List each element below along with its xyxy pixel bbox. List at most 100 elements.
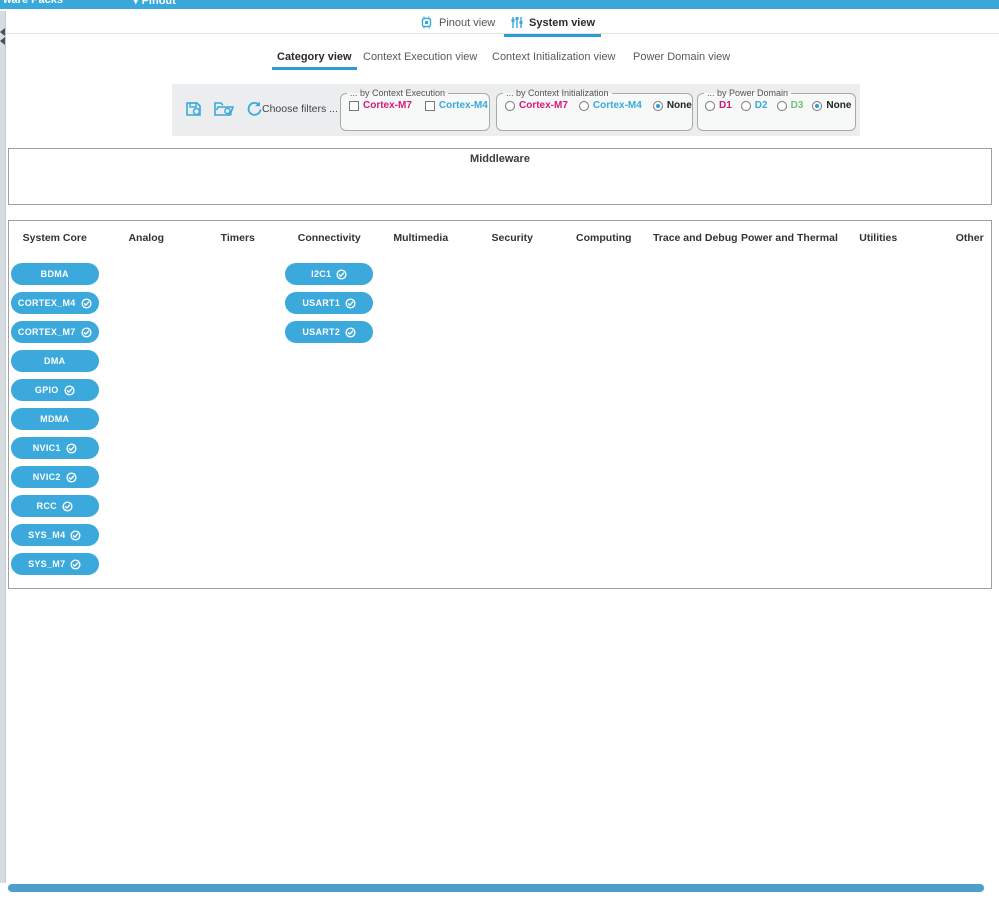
category-header: System Core — [22, 232, 87, 244]
category-header: Power and Thermal — [741, 232, 838, 244]
filter-option-label: D2 — [754, 100, 768, 111]
category-column-connectivity: Connectivity I2C1 USART1 USART2 — [284, 221, 376, 582]
app-window: ware Packs ▾ Pinout Pinout view System v… — [0, 0, 999, 899]
peripheral-label: SYS_M7 — [28, 559, 66, 569]
peripheral-pill-cortex_m7[interactable]: CORTEX_M7 — [10, 321, 99, 343]
peripheral-pill-usart1[interactable]: USART1 — [285, 292, 374, 314]
peripheral-pill-gpio[interactable]: GPIO — [10, 379, 99, 401]
radio-cortex-m7[interactable]: Cortex-M7 — [505, 100, 568, 111]
filter-option-label: Cortex-M7 — [363, 100, 412, 111]
top-menu-bar: ware Packs ▾ Pinout — [0, 0, 999, 9]
check-icon — [81, 297, 92, 309]
peripheral-label: NVIC2 — [32, 472, 61, 482]
radio-control[interactable] — [505, 100, 515, 111]
filter-option-label: Cortex-M4 — [438, 100, 488, 111]
peripheral-pill-sys_m7[interactable]: SYS_M7 — [10, 553, 99, 575]
checkbox-control[interactable] — [349, 100, 359, 111]
checkbox-cortex-m7[interactable]: Cortex-M7 — [349, 100, 412, 111]
category-column-trace-and-debug: Trace and Debug — [650, 221, 742, 582]
radio-control[interactable] — [776, 100, 787, 111]
check-icon — [81, 326, 92, 338]
category-header: Multimedia — [393, 232, 449, 244]
category-column-computing: Computing — [558, 221, 650, 582]
category-column-utilities: Utilities — [833, 221, 925, 582]
filter-group: ... by Context Initialization Cortex-M7 Co… — [496, 88, 693, 131]
radio-none[interactable]: None — [652, 100, 692, 111]
save-filter-icon[interactable] — [184, 99, 204, 119]
sub-tab-bar: Category view Context Execution view Conte… — [0, 49, 999, 70]
peripheral-panel: System Core BDMA CORTEX_M4 CORTEX_M7 DMA GPIO… — [8, 220, 992, 589]
software-packs-menu[interactable]: ware Packs — [3, 0, 63, 6]
peripheral-pill-cortex_m4[interactable]: CORTEX_M4 — [10, 292, 99, 314]
left-panel-strip — [0, 11, 6, 883]
peripheral-pill-dma[interactable]: DMA — [10, 350, 99, 372]
peripheral-label: MDMA — [40, 414, 70, 424]
category-header: Timers — [220, 232, 255, 244]
peripheral-pill-mdma[interactable]: MDMA — [10, 408, 99, 430]
check-icon — [62, 500, 73, 512]
peripheral-label: SYS_M4 — [28, 530, 66, 540]
peripheral-pill-usart2[interactable]: USART2 — [285, 321, 374, 343]
peripheral-pill-rcc[interactable]: RCC — [10, 495, 99, 517]
radio-control[interactable] — [812, 100, 823, 111]
radio-control[interactable] — [578, 100, 589, 111]
collapse-handle[interactable] — [0, 27, 6, 49]
pinout-menu[interactable]: ▾ Pinout — [133, 0, 176, 7]
filter-option-label: Cortex-M7 — [519, 100, 568, 111]
peripheral-pill-sys_m4[interactable]: SYS_M4 — [10, 524, 99, 546]
check-icon — [345, 297, 356, 309]
category-column-multimedia: Multimedia — [375, 221, 467, 582]
filter-group-legend: ... by Power Domain — [707, 88, 789, 98]
filter-option-label: D3 — [790, 100, 804, 111]
peripheral-label: RCC — [36, 501, 57, 511]
radio-d3[interactable]: D3 — [776, 100, 804, 111]
category-header: Other — [955, 232, 984, 244]
system-bars-icon — [510, 16, 523, 29]
check-icon — [336, 268, 347, 280]
middleware-title: Middleware — [470, 153, 530, 165]
sub-tab-context-initialization-view[interactable]: Context Initialization view — [492, 51, 616, 67]
peripheral-label: CORTEX_M7 — [17, 327, 76, 337]
radio-control[interactable] — [740, 100, 751, 111]
open-filter-icon[interactable] — [213, 99, 236, 119]
tab-pinout-view[interactable]: Pinout view — [414, 14, 501, 34]
sub-tab-context-execution-view[interactable]: Context Execution view — [363, 51, 477, 67]
peripheral-label: CORTEX_M4 — [17, 298, 76, 308]
caret-down-icon: ▾ — [133, 0, 139, 7]
tab-label: System view — [529, 16, 596, 29]
horizontal-scrollbar[interactable] — [8, 884, 984, 892]
peripheral-pill-bdma[interactable]: BDMA — [10, 263, 99, 285]
check-icon — [70, 529, 81, 541]
category-column-security: Security — [467, 221, 559, 582]
radio-control[interactable] — [652, 100, 663, 111]
radio-cortex-m4[interactable]: Cortex-M4 — [578, 100, 642, 111]
checkbox-cortex-m4[interactable]: Cortex-M4 — [424, 100, 488, 111]
check-icon — [70, 558, 81, 570]
checkbox-control[interactable] — [424, 100, 435, 111]
category-column-timers: Timers — [192, 221, 284, 582]
peripheral-label: I2C1 — [311, 269, 332, 279]
chevron-left-icon — [0, 37, 5, 45]
filter-group-legend: ... by Context Execution — [350, 88, 446, 98]
peripheral-label: DMA — [44, 356, 66, 366]
category-header: Security — [491, 232, 533, 244]
sub-tab-category-view[interactable]: Category view — [272, 51, 357, 70]
radio-d2[interactable]: D2 — [740, 100, 768, 111]
check-icon — [64, 384, 75, 396]
filter-option-label: None — [666, 100, 692, 111]
radio-d1[interactable]: D1 — [705, 100, 732, 111]
radio-control[interactable] — [705, 100, 715, 111]
peripheral-label: USART2 — [302, 327, 341, 337]
tab-label: Pinout view — [439, 16, 496, 29]
category-column-system-core: System Core BDMA CORTEX_M4 CORTEX_M7 DMA GPIO… — [9, 221, 101, 582]
peripheral-pill-i2c1[interactable]: I2C1 — [285, 263, 374, 285]
radio-none[interactable]: None — [812, 100, 851, 111]
tab-system-view[interactable]: System view — [504, 14, 602, 37]
middleware-panel: Middleware — [8, 148, 992, 205]
sub-tab-power-domain-view[interactable]: Power Domain view — [633, 51, 730, 67]
filter-toolbar: Choose filters ... ... by Context Execut… — [172, 84, 860, 136]
filter-option-label: D1 — [719, 100, 732, 111]
peripheral-pill-nvic1[interactable]: NVIC1 — [10, 437, 99, 459]
peripheral-pill-nvic2[interactable]: NVIC2 — [10, 466, 99, 488]
category-header: Computing — [576, 232, 632, 244]
